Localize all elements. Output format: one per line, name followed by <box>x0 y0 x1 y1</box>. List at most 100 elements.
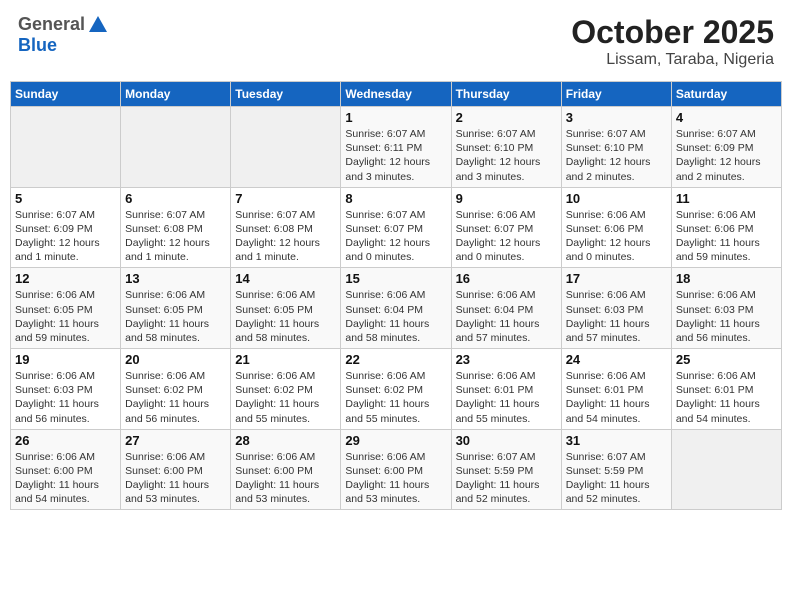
day-info: Sunrise: 6:06 AM Sunset: 6:04 PM Dayligh… <box>456 288 557 345</box>
weekday-header: Monday <box>121 82 231 107</box>
calendar-week-row: 19 Sunrise: 6:06 AM Sunset: 6:03 PM Dayli… <box>11 349 782 430</box>
day-info: Sunrise: 6:06 AM Sunset: 6:06 PM Dayligh… <box>566 208 667 265</box>
page-header: General Blue October 2025 Lissam, Taraba… <box>10 10 782 73</box>
calendar-cell: 23Sunrise: 6:06 AM Sunset: 6:01 PM Dayli… <box>451 349 561 430</box>
day-number: 16 <box>456 271 557 286</box>
day-info: Sunrise: 6:07 AM Sunset: 6:07 PM Dayligh… <box>345 208 446 265</box>
day-number: 28 <box>235 433 336 448</box>
logo-icon <box>87 14 109 36</box>
day-number: 23 <box>456 352 557 367</box>
calendar-cell: 21 Sunrise: 6:06 AM Sunset: 6:02 PM Dayli… <box>231 349 341 430</box>
day-number: 7 <box>235 191 336 206</box>
calendar-week-row: 12Sunrise: 6:06 AM Sunset: 6:05 PM Dayli… <box>11 268 782 349</box>
day-info: Sunrise: 6:07 AM Sunset: 6:08 PM Dayligh… <box>125 208 226 265</box>
day-number: 14 <box>235 271 336 286</box>
day-number: 10 <box>566 191 667 206</box>
day-number: 3 <box>566 110 667 125</box>
weekday-header: Saturday <box>671 82 781 107</box>
day-number: 11 <box>676 191 777 206</box>
calendar-cell <box>671 429 781 510</box>
day-info: Sunrise: 6:07 AM Sunset: 6:09 PM Dayligh… <box>15 208 116 265</box>
day-info: Sunrise: 6:06 AM Sunset: 6:00 PM Dayligh… <box>345 450 446 507</box>
day-number: 8 <box>345 191 446 206</box>
calendar-cell: 28Sunrise: 6:06 AM Sunset: 6:00 PM Dayli… <box>231 429 341 510</box>
page-subtitle: Lissam, Taraba, Nigeria <box>571 51 774 69</box>
day-number: 17 <box>566 271 667 286</box>
calendar-cell: 19 Sunrise: 6:06 AM Sunset: 6:03 PM Dayli… <box>11 349 121 430</box>
day-info: Sunrise: 6:06 AM Sunset: 6:06 PM Dayligh… <box>676 208 777 265</box>
logo-blue: Blue <box>18 36 109 56</box>
day-number: 27 <box>125 433 226 448</box>
calendar-cell: 4Sunrise: 6:07 AM Sunset: 6:09 PM Daylig… <box>671 107 781 188</box>
calendar-cell: 29 Sunrise: 6:06 AM Sunset: 6:00 PM Dayli… <box>341 429 451 510</box>
day-number: 19 <box>15 352 116 367</box>
day-info: Sunrise: 6:06 AM Sunset: 6:05 PM Dayligh… <box>235 288 336 345</box>
day-number: 26 <box>15 433 116 448</box>
day-number: 2 <box>456 110 557 125</box>
day-info: Sunrise: 6:07 AM Sunset: 6:11 PM Dayligh… <box>345 127 446 184</box>
day-number: 21 <box>235 352 336 367</box>
calendar-cell: 1 Sunrise: 6:07 AM Sunset: 6:11 PM Daylig… <box>341 107 451 188</box>
day-info: Sunrise: 6:06 AM Sunset: 6:00 PM Dayligh… <box>125 450 226 507</box>
day-info: Sunrise: 6:07 AM Sunset: 5:59 PM Dayligh… <box>456 450 557 507</box>
calendar-cell: 12Sunrise: 6:06 AM Sunset: 6:05 PM Dayli… <box>11 268 121 349</box>
day-info: Sunrise: 6:07 AM Sunset: 6:10 PM Dayligh… <box>566 127 667 184</box>
day-number: 13 <box>125 271 226 286</box>
calendar-header-row: SundayMondayTuesdayWednesdayThursdayFrid… <box>11 82 782 107</box>
day-number: 22 <box>345 352 446 367</box>
day-info: Sunrise: 6:06 AM Sunset: 6:05 PM Dayligh… <box>15 288 116 345</box>
calendar-cell: 26 Sunrise: 6:06 AM Sunset: 6:00 PM Dayli… <box>11 429 121 510</box>
calendar-cell: 10 Sunrise: 6:06 AM Sunset: 6:06 PM Dayli… <box>561 187 671 268</box>
calendar-cell: 15 Sunrise: 6:06 AM Sunset: 6:04 PM Dayli… <box>341 268 451 349</box>
calendar-cell: 18Sunrise: 6:06 AM Sunset: 6:03 PM Dayli… <box>671 268 781 349</box>
day-number: 5 <box>15 191 116 206</box>
calendar-cell: 3 Sunrise: 6:07 AM Sunset: 6:10 PM Daylig… <box>561 107 671 188</box>
calendar-cell <box>231 107 341 188</box>
calendar-cell: 22 Sunrise: 6:06 AM Sunset: 6:02 PM Dayli… <box>341 349 451 430</box>
day-info: Sunrise: 6:06 AM Sunset: 6:01 PM Dayligh… <box>566 369 667 426</box>
calendar-week-row: 1 Sunrise: 6:07 AM Sunset: 6:11 PM Daylig… <box>11 107 782 188</box>
day-info: Sunrise: 6:06 AM Sunset: 6:03 PM Dayligh… <box>566 288 667 345</box>
page-title: October 2025 <box>571 14 774 51</box>
calendar-cell: 31Sunrise: 6:07 AM Sunset: 5:59 PM Dayli… <box>561 429 671 510</box>
day-info: Sunrise: 6:06 AM Sunset: 6:03 PM Dayligh… <box>676 288 777 345</box>
calendar-cell: 8 Sunrise: 6:07 AM Sunset: 6:07 PM Daylig… <box>341 187 451 268</box>
calendar-cell: 11 Sunrise: 6:06 AM Sunset: 6:06 PM Dayli… <box>671 187 781 268</box>
day-number: 20 <box>125 352 226 367</box>
day-info: Sunrise: 6:06 AM Sunset: 6:02 PM Dayligh… <box>235 369 336 426</box>
calendar-cell: 24 Sunrise: 6:06 AM Sunset: 6:01 PM Dayli… <box>561 349 671 430</box>
calendar-cell: 17 Sunrise: 6:06 AM Sunset: 6:03 PM Dayli… <box>561 268 671 349</box>
calendar-cell: 7Sunrise: 6:07 AM Sunset: 6:08 PM Daylig… <box>231 187 341 268</box>
day-number: 30 <box>456 433 557 448</box>
calendar-cell: 25 Sunrise: 6:06 AM Sunset: 6:01 PM Dayli… <box>671 349 781 430</box>
calendar-cell <box>121 107 231 188</box>
day-number: 24 <box>566 352 667 367</box>
day-info: Sunrise: 6:06 AM Sunset: 6:00 PM Dayligh… <box>15 450 116 507</box>
calendar-cell: 20Sunrise: 6:06 AM Sunset: 6:02 PM Dayli… <box>121 349 231 430</box>
day-number: 31 <box>566 433 667 448</box>
calendar-cell: 16 Sunrise: 6:06 AM Sunset: 6:04 PM Dayli… <box>451 268 561 349</box>
day-info: Sunrise: 6:06 AM Sunset: 6:05 PM Dayligh… <box>125 288 226 345</box>
weekday-header: Thursday <box>451 82 561 107</box>
calendar-cell: 5 Sunrise: 6:07 AM Sunset: 6:09 PM Daylig… <box>11 187 121 268</box>
calendar-cell: 13 Sunrise: 6:06 AM Sunset: 6:05 PM Dayli… <box>121 268 231 349</box>
day-info: Sunrise: 6:06 AM Sunset: 6:07 PM Dayligh… <box>456 208 557 265</box>
day-number: 15 <box>345 271 446 286</box>
day-number: 29 <box>345 433 446 448</box>
calendar-cell: 2 Sunrise: 6:07 AM Sunset: 6:10 PM Daylig… <box>451 107 561 188</box>
calendar-table: SundayMondayTuesdayWednesdayThursdayFrid… <box>10 81 782 510</box>
day-number: 1 <box>345 110 446 125</box>
day-number: 25 <box>676 352 777 367</box>
day-number: 6 <box>125 191 226 206</box>
day-info: Sunrise: 6:06 AM Sunset: 6:04 PM Dayligh… <box>345 288 446 345</box>
day-info: Sunrise: 6:07 AM Sunset: 6:09 PM Dayligh… <box>676 127 777 184</box>
day-info: Sunrise: 6:06 AM Sunset: 6:01 PM Dayligh… <box>676 369 777 426</box>
day-info: Sunrise: 6:07 AM Sunset: 6:10 PM Dayligh… <box>456 127 557 184</box>
day-info: Sunrise: 6:06 AM Sunset: 6:02 PM Dayligh… <box>345 369 446 426</box>
day-info: Sunrise: 6:06 AM Sunset: 6:03 PM Dayligh… <box>15 369 116 426</box>
weekday-header: Sunday <box>11 82 121 107</box>
logo-general: General <box>18 15 85 35</box>
calendar-cell: 6 Sunrise: 6:07 AM Sunset: 6:08 PM Daylig… <box>121 187 231 268</box>
calendar-cell: 30 Sunrise: 6:07 AM Sunset: 5:59 PM Dayli… <box>451 429 561 510</box>
calendar-cell: 14 Sunrise: 6:06 AM Sunset: 6:05 PM Dayli… <box>231 268 341 349</box>
